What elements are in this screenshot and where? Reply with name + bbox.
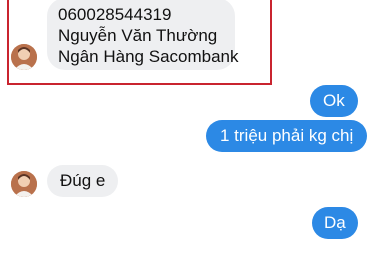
bank-name-text: Ngân Hàng Sacombank [58, 47, 239, 66]
account-holder-text: Nguyễn Văn Thường [58, 26, 218, 45]
account-info-message[interactable]: 060028544319 Nguyễn Văn Thường Ngân Hàng… [47, 0, 239, 70]
contact-avatar-icon[interactable] [11, 171, 37, 197]
outgoing-message-amount[interactable]: 1 triệu phải kg chị [206, 120, 368, 152]
contact-avatar-icon[interactable] [11, 44, 37, 70]
outgoing-message-ok[interactable]: Ok [310, 85, 358, 117]
outgoing-message-da[interactable]: Dạ [312, 207, 358, 239]
account-number-text: 060028544319 [58, 5, 172, 24]
incoming-message-reply[interactable]: Đúg e [47, 165, 119, 197]
